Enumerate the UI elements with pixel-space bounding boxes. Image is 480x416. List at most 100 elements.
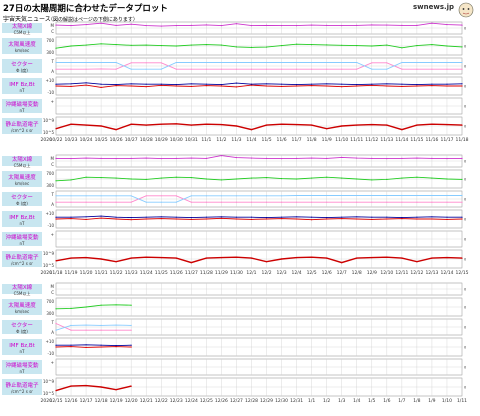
x-tick-label: 12/2 bbox=[261, 270, 271, 276]
data-point bbox=[145, 124, 147, 126]
data-point bbox=[160, 195, 162, 197]
data-point bbox=[296, 257, 298, 259]
data-point bbox=[115, 177, 117, 179]
data-point bbox=[205, 61, 207, 64]
x-tick-label: 12/21 bbox=[140, 398, 153, 404]
scale-top: 10^9 bbox=[43, 118, 54, 123]
x-tick-label: 11/13 bbox=[380, 137, 393, 143]
data-point bbox=[446, 201, 448, 203]
data-point bbox=[55, 329, 57, 331]
data-point bbox=[386, 24, 388, 26]
data-point bbox=[281, 61, 283, 64]
data-point bbox=[130, 304, 132, 306]
data-point bbox=[416, 194, 418, 197]
data-point bbox=[100, 177, 102, 179]
data-point bbox=[296, 68, 298, 70]
data-point bbox=[55, 308, 57, 310]
x-tick-label: 12/23 bbox=[170, 398, 183, 404]
data-point bbox=[446, 85, 448, 87]
data-point bbox=[341, 68, 343, 70]
data-point bbox=[115, 24, 117, 26]
data-point bbox=[431, 177, 433, 179]
panel-unit: Φ (度) bbox=[16, 67, 28, 73]
scale-top: +10 bbox=[46, 339, 55, 344]
data-point bbox=[70, 218, 72, 220]
data-point bbox=[205, 218, 207, 220]
data-point bbox=[85, 324, 87, 326]
data-point bbox=[85, 257, 87, 259]
data-point bbox=[235, 178, 237, 180]
x-tick-label: 11/23 bbox=[125, 270, 138, 276]
data-point bbox=[205, 44, 207, 46]
x-tick-label: 11/10 bbox=[335, 137, 348, 143]
data-point bbox=[100, 195, 102, 197]
data-point bbox=[311, 124, 313, 126]
data-point bbox=[250, 61, 253, 64]
data-point bbox=[100, 68, 102, 70]
data-point bbox=[235, 195, 237, 197]
data-point bbox=[100, 346, 102, 348]
x-tick-label: 12/30 bbox=[275, 398, 288, 404]
scale-bottom: A bbox=[51, 69, 54, 74]
data-point bbox=[386, 256, 388, 258]
data-point bbox=[296, 84, 298, 86]
scale-top: M bbox=[51, 284, 55, 289]
data-point bbox=[416, 124, 418, 126]
x-tick-label: 11/6 bbox=[277, 137, 287, 143]
right-tick-label: 0 bbox=[464, 218, 466, 222]
x-tick-label: 1/9 bbox=[428, 398, 435, 404]
data-point bbox=[281, 123, 283, 125]
data-point bbox=[115, 61, 117, 64]
x-tick-label: 12/12 bbox=[410, 270, 423, 276]
data-point bbox=[70, 68, 72, 70]
x-tick-label: 10/26 bbox=[110, 137, 123, 143]
data-point bbox=[55, 24, 57, 26]
data-point bbox=[250, 68, 253, 70]
data-point bbox=[85, 201, 87, 203]
x-tick-label: 11/8 bbox=[307, 137, 317, 143]
panel-label: 静止軌道電子 bbox=[5, 253, 39, 261]
data-point bbox=[446, 83, 448, 85]
data-point bbox=[160, 123, 162, 125]
data-point bbox=[85, 346, 87, 348]
data-point bbox=[281, 158, 283, 160]
data-point bbox=[220, 216, 222, 218]
data-point bbox=[386, 44, 388, 46]
data-point bbox=[100, 61, 102, 64]
data-point bbox=[461, 178, 463, 180]
panel-label: 沖縄磁場変動 bbox=[5, 233, 39, 241]
data-point bbox=[356, 178, 358, 180]
data-point bbox=[130, 346, 132, 348]
data-point bbox=[115, 201, 117, 203]
x-tick-label: 12/4 bbox=[292, 270, 302, 276]
data-point bbox=[386, 85, 388, 87]
data-point bbox=[220, 179, 222, 181]
panel-unit: nT bbox=[20, 241, 26, 246]
data-point bbox=[265, 46, 268, 48]
data-point bbox=[416, 176, 418, 178]
data-point bbox=[175, 201, 177, 203]
data-point bbox=[115, 129, 117, 131]
right-tick-label: 0 bbox=[464, 198, 466, 202]
data-point bbox=[265, 201, 268, 203]
data-point bbox=[416, 24, 418, 26]
data-point bbox=[115, 218, 117, 220]
logo-text: swnews.jp bbox=[413, 3, 454, 11]
x-tick-label: 1/2 bbox=[323, 398, 330, 404]
data-point bbox=[446, 158, 448, 160]
data-point bbox=[85, 124, 87, 126]
data-point bbox=[431, 61, 433, 64]
data-point bbox=[205, 216, 207, 218]
data-point bbox=[416, 216, 418, 218]
scale-bottom: -10 bbox=[47, 223, 54, 228]
x-tick-label: 12/3 bbox=[277, 270, 287, 276]
data-point bbox=[461, 218, 463, 220]
data-point bbox=[281, 45, 283, 47]
data-point bbox=[175, 157, 177, 159]
data-point bbox=[386, 201, 388, 203]
data-point bbox=[100, 22, 102, 24]
data-point bbox=[461, 61, 463, 64]
data-point bbox=[431, 157, 433, 159]
data-point bbox=[130, 195, 132, 197]
data-point bbox=[70, 195, 72, 197]
